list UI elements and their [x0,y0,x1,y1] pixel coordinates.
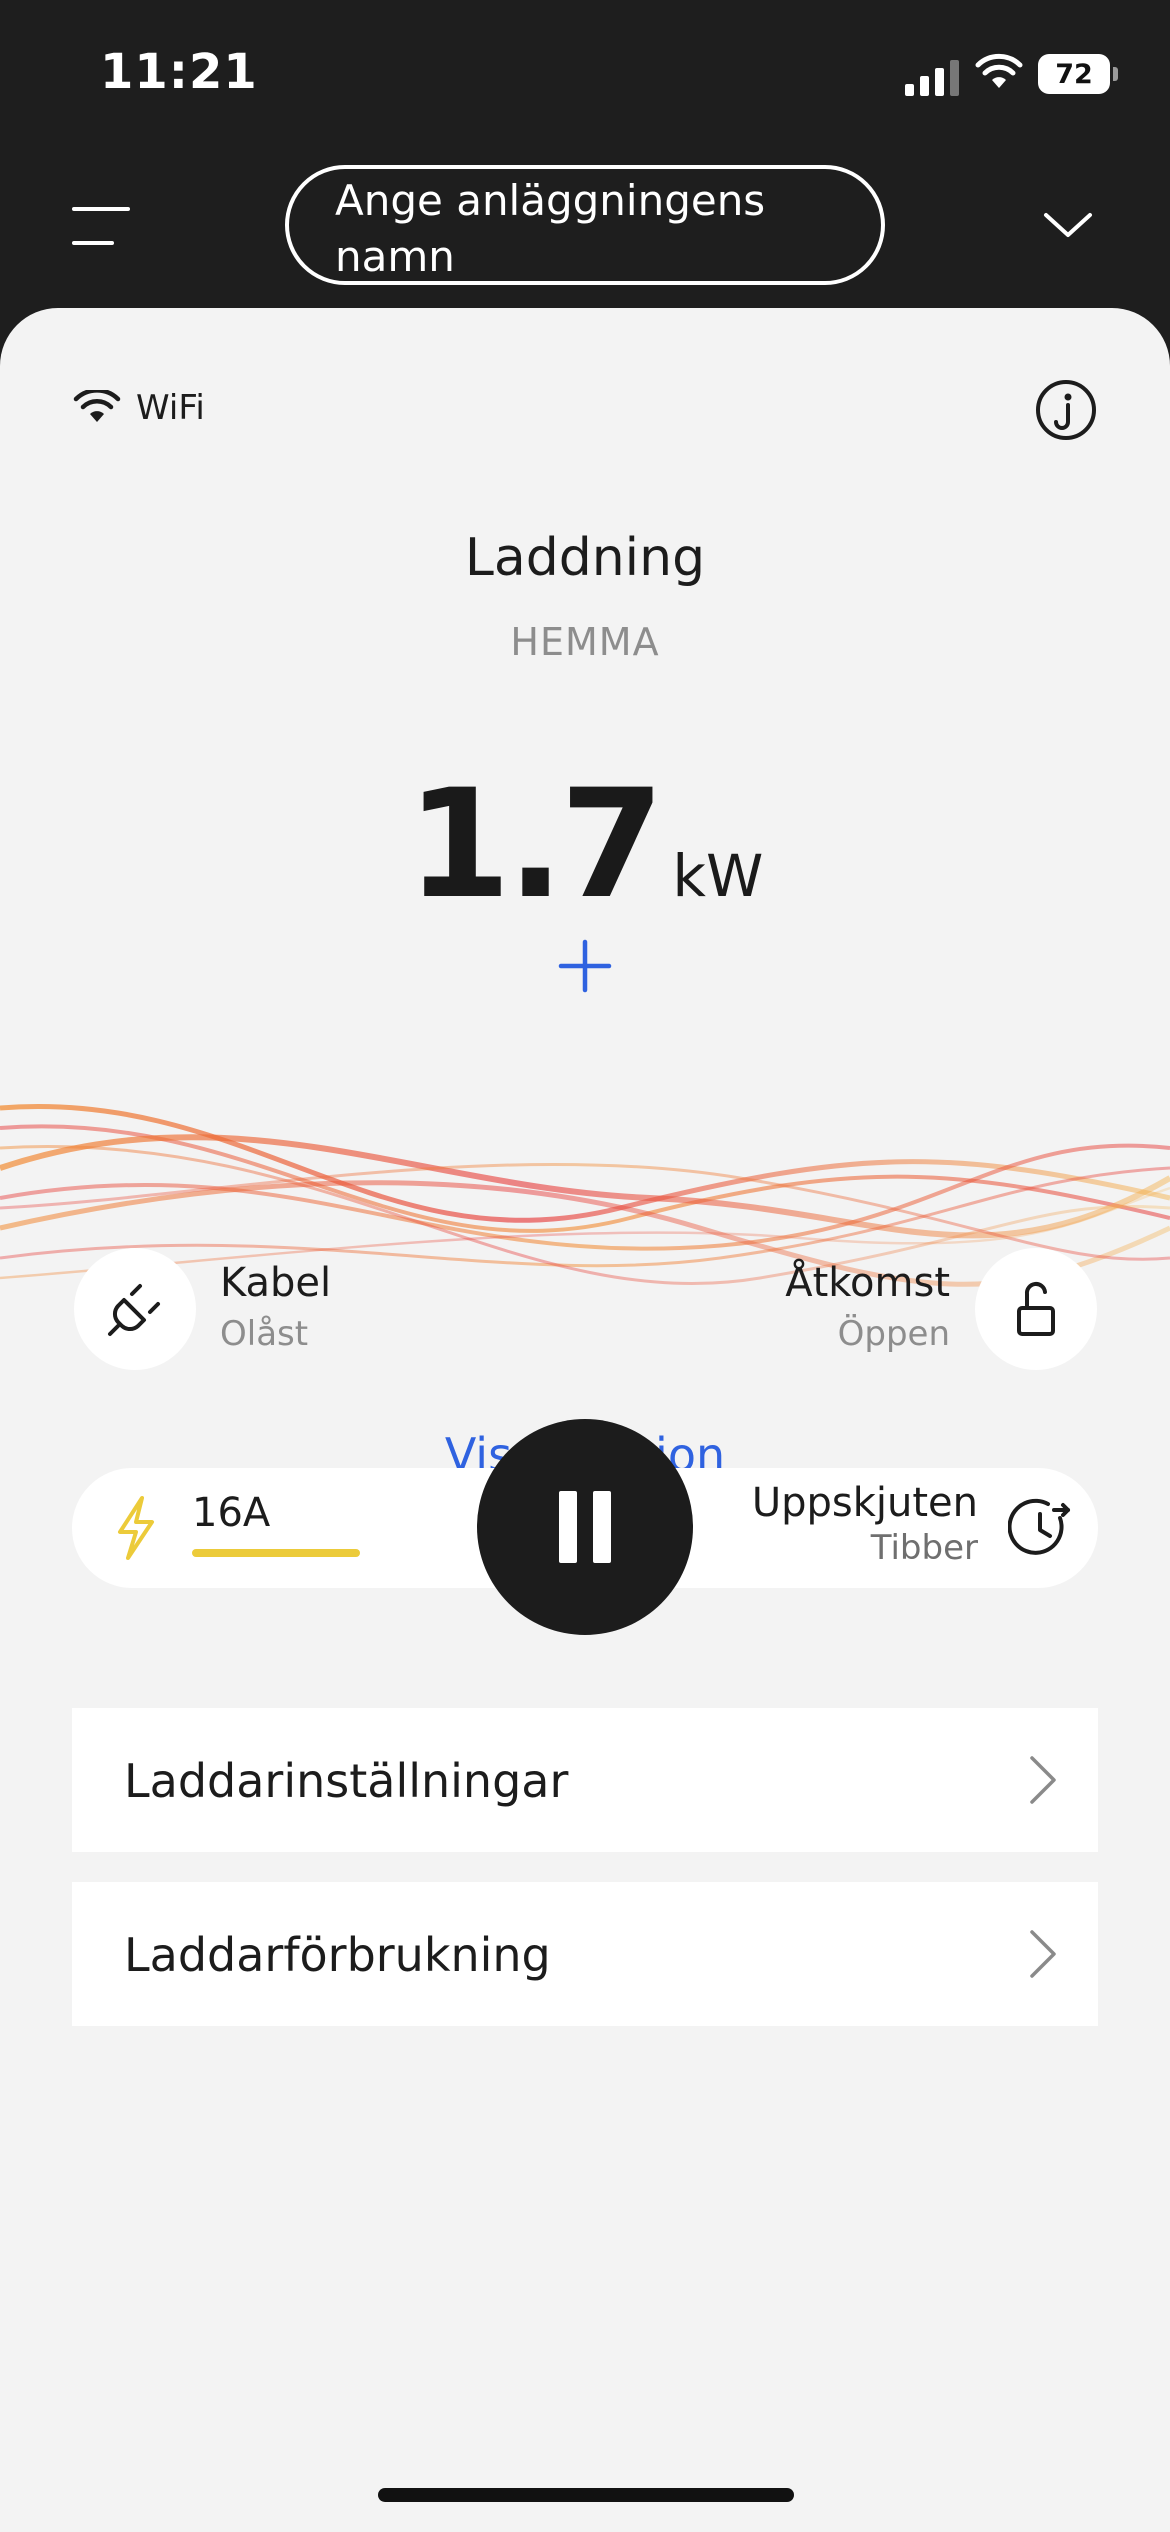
site-name-field[interactable]: Ange anläggningens namn [285,165,885,285]
lightning-bolt-icon[interactable] [108,1494,164,1562]
charging-status: Laddning [464,528,706,588]
charger-consumption-row[interactable]: Laddarförbrukning [72,1882,1098,2026]
signal-icon [905,60,959,96]
status-bar: 11:21 72 [0,0,1170,150]
chevron-down-icon[interactable] [1040,205,1096,245]
schedule-clock-icon[interactable] [1008,1496,1072,1560]
current-value[interactable]: 16A [192,1490,270,1536]
schedule-provider: Tibber [870,1528,978,1568]
cable-lock-button[interactable] [74,1248,196,1370]
access-label: Åtkomst [785,1260,950,1306]
schedule-label: Uppskjuten [751,1480,978,1526]
access-info: Åtkomst Öppen [785,1260,950,1354]
charger-settings-row[interactable]: Laddarinställningar [72,1708,1098,1852]
access-state: Öppen [837,1314,950,1354]
pause-button[interactable] [477,1419,693,1635]
plus-icon[interactable] [555,936,615,996]
power-value: 1.7 [406,758,665,932]
info-icon[interactable] [1034,378,1098,442]
status-time: 11:21 [100,44,258,100]
wifi-status-icon [975,53,1023,88]
battery-level: 72 [1055,58,1093,90]
battery-indicator: 72 [1038,54,1118,94]
cable-label: Kabel [220,1260,332,1306]
cable-state: Olåst [220,1314,309,1354]
power-readout: 1.7 kW [0,758,1170,932]
wifi-icon [73,390,121,422]
current-indicator [192,1549,360,1557]
charger-settings-label: Laddarinställningar [124,1754,569,1808]
unlock-icon [1017,1282,1055,1336]
connection-label: WiFi [136,388,205,428]
location-label: HEMMA [510,620,660,664]
menu-icon[interactable] [72,205,132,247]
cable-info: Kabel Olåst [220,1260,331,1354]
chevron-right-icon [1030,1930,1056,1978]
chevron-right-icon [1030,1756,1056,1804]
power-unit: kW [672,842,764,910]
connection-status: WiFi [72,388,205,428]
access-lock-button[interactable] [975,1248,1097,1370]
charger-consumption-label: Laddarförbrukning [124,1928,551,1982]
home-indicator[interactable] [378,2488,794,2502]
plug-icon [108,1284,160,1336]
schedule-info[interactable]: Uppskjuten Tibber [752,1480,978,1568]
site-name-text: Ange anläggningens namn [335,176,766,281]
